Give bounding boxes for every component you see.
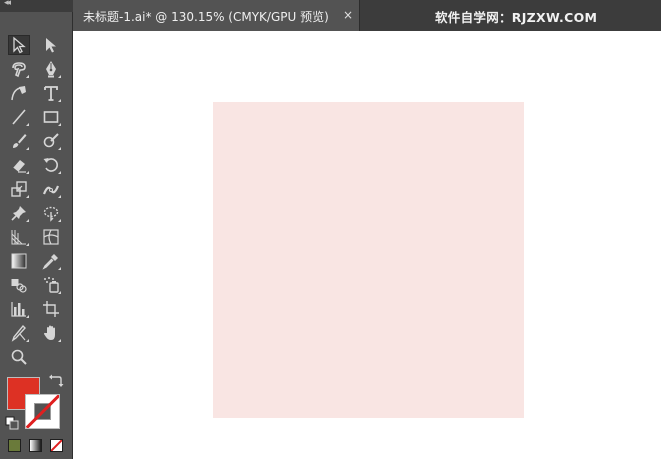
- mesh-tool[interactable]: [40, 227, 62, 247]
- magnifier-icon: [11, 349, 27, 365]
- shaper-tool[interactable]: [40, 131, 62, 151]
- scale-tool[interactable]: [8, 179, 30, 199]
- document-tab[interactable]: 未标题-1.ai* @ 130.15% (CMYK/GPU 预览) ×: [73, 0, 360, 31]
- free-transform-tool[interactable]: [40, 203, 62, 223]
- blend-tool[interactable]: [8, 275, 30, 295]
- hand-tool[interactable]: [40, 323, 62, 343]
- pink-rectangle[interactable]: [213, 102, 524, 418]
- puppet-warp-tool[interactable]: [8, 203, 30, 223]
- pen-tool[interactable]: [40, 59, 62, 79]
- gradient-mode-button[interactable]: [29, 439, 42, 452]
- swap-fill-stroke-icon[interactable]: [48, 373, 64, 389]
- zoom-tool[interactable]: [8, 347, 30, 367]
- selection-tool[interactable]: [8, 35, 30, 55]
- artboard-tool[interactable]: [40, 299, 62, 319]
- direct-selection-arrow-icon: [46, 38, 56, 53]
- column-graph-tool[interactable]: [8, 299, 30, 319]
- curvature-tool[interactable]: [8, 83, 30, 103]
- artboard-icon: [43, 301, 59, 317]
- paintbrush-tool[interactable]: [8, 131, 30, 151]
- document-tab-bar: 未标题-1.ai* @ 130.15% (CMYK/GPU 预览) × 软件自学…: [73, 0, 661, 31]
- mesh-icon: [43, 229, 59, 245]
- document-tab-title: 未标题-1.ai* @ 130.15% (CMYK/GPU 预览): [83, 10, 329, 24]
- magic-wand-tool[interactable]: [8, 59, 30, 79]
- type-tool[interactable]: [40, 83, 62, 103]
- none-slash-icon: [26, 395, 59, 428]
- slice-tool[interactable]: [8, 323, 30, 343]
- gradient-tool[interactable]: [8, 251, 30, 271]
- gradient-icon: [11, 253, 27, 269]
- color-mode-button[interactable]: [8, 439, 21, 452]
- close-tab-icon[interactable]: ×: [343, 8, 353, 22]
- collapse-panel-icon[interactable]: ◂◂: [4, 0, 11, 8]
- selection-arrow-icon: [13, 36, 26, 54]
- eraser-tool[interactable]: [8, 155, 30, 175]
- width-tool[interactable]: [40, 179, 62, 199]
- line-segment-tool[interactable]: [8, 107, 30, 127]
- watermark-text: 软件自学网：RJZXW.COM: [435, 10, 598, 25]
- stroke-color-swatch[interactable]: [25, 394, 60, 429]
- curvature-pen-icon: [11, 86, 26, 101]
- none-mode-button[interactable]: [50, 439, 63, 452]
- perspective-grid-tool[interactable]: [8, 227, 30, 247]
- blend-icon: [11, 279, 27, 293]
- rotate-tool[interactable]: [40, 155, 62, 175]
- none-slash-icon: [51, 440, 62, 451]
- tools-panel-header[interactable]: ◂◂: [0, 0, 73, 12]
- canvas-area[interactable]: [73, 31, 661, 459]
- eyedropper-tool[interactable]: [40, 251, 62, 271]
- rectangle-tool[interactable]: [40, 107, 62, 127]
- direct-selection-tool[interactable]: [40, 35, 62, 55]
- tools-panel: ◂◂: [0, 0, 73, 459]
- default-fill-stroke-icon[interactable]: [5, 416, 19, 430]
- symbol-sprayer-tool[interactable]: [40, 275, 62, 295]
